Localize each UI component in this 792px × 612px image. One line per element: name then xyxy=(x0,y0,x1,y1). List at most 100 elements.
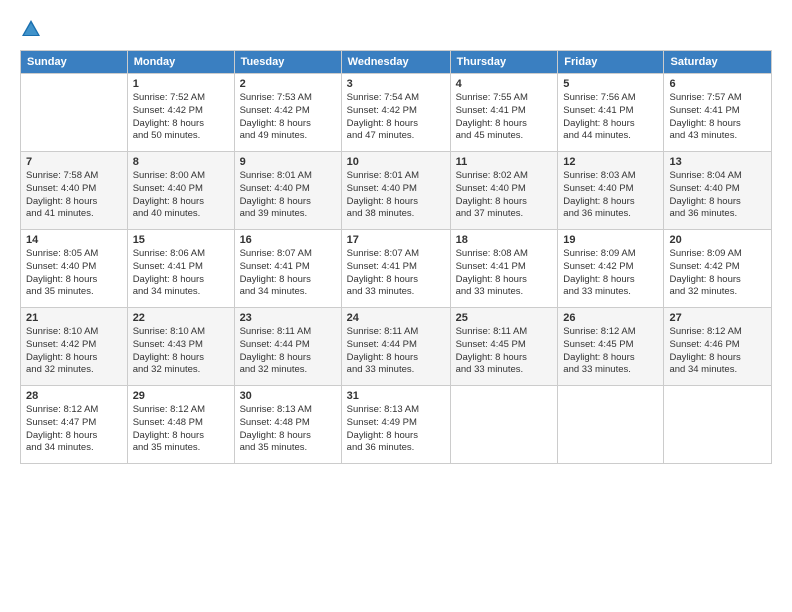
day-number: 10 xyxy=(347,156,445,168)
day-number: 28 xyxy=(26,390,122,402)
calendar-cell: 15Sunrise: 8:06 AM Sunset: 4:41 PM Dayli… xyxy=(127,230,234,308)
calendar-cell: 9 Sunrise: 8:01 AM Sunset: 4:40 PM Daylig… xyxy=(234,152,341,230)
calendar-cell: 5 Sunrise: 7:56 AM Sunset: 4:41 PM Daylig… xyxy=(558,74,664,152)
calendar-header-saturday: Saturday xyxy=(664,51,772,74)
day-info: Sunrise: 7:58 AM Sunset: 4:40 PM Dayligh… xyxy=(26,170,122,221)
day-number: 17 xyxy=(347,234,445,246)
day-info: Sunrise: 8:13 AM Sunset: 4:48 PM Dayligh… xyxy=(240,404,336,455)
day-info: Sunrise: 8:12 AM Sunset: 4:46 PM Dayligh… xyxy=(669,326,766,377)
day-info: Sunrise: 8:08 AM Sunset: 4:41 PM Dayligh… xyxy=(456,248,553,299)
calendar-cell: 14 Sunrise: 8:05 AM Sunset: 4:40 PM Dayli… xyxy=(21,230,128,308)
day-info: Sunrise: 8:01 AM Sunset: 4:40 PM Dayligh… xyxy=(347,170,445,221)
day-number: 21 xyxy=(26,312,122,324)
day-number: 1 xyxy=(133,78,229,90)
day-number: 16 xyxy=(240,234,336,246)
day-info: Sunrise: 8:10 AM Sunset: 4:43 PM Dayligh… xyxy=(133,326,229,377)
day-number: 30 xyxy=(240,390,336,402)
day-number: 11 xyxy=(456,156,553,168)
day-number: 20 xyxy=(669,234,766,246)
day-info: Sunrise: 8:10 AM Sunset: 4:42 PM Dayligh… xyxy=(26,326,122,377)
day-info: Sunrise: 7:53 AM Sunset: 4:42 PM Dayligh… xyxy=(240,92,336,143)
day-info: Sunrise: 8:07 AM Sunset: 4:41 PM Dayligh… xyxy=(347,248,445,299)
day-number: 31 xyxy=(347,390,445,402)
calendar-cell: 7Sunrise: 7:58 AM Sunset: 4:40 PM Daylig… xyxy=(21,152,128,230)
calendar-cell: 6 Sunrise: 7:57 AM Sunset: 4:41 PM Daylig… xyxy=(664,74,772,152)
calendar-cell: 10 Sunrise: 8:01 AM Sunset: 4:40 PM Dayli… xyxy=(341,152,450,230)
day-number: 3 xyxy=(347,78,445,90)
calendar-cell: 4Sunrise: 7:55 AM Sunset: 4:41 PM Daylig… xyxy=(450,74,558,152)
calendar-cell: 20 Sunrise: 8:09 AM Sunset: 4:42 PM Dayli… xyxy=(664,230,772,308)
calendar-header-wednesday: Wednesday xyxy=(341,51,450,74)
calendar-header-monday: Monday xyxy=(127,51,234,74)
logo xyxy=(20,16,46,40)
day-info: Sunrise: 8:04 AM Sunset: 4:40 PM Dayligh… xyxy=(669,170,766,221)
day-number: 18 xyxy=(456,234,553,246)
day-number: 5 xyxy=(563,78,658,90)
calendar-header-friday: Friday xyxy=(558,51,664,74)
logo-icon xyxy=(20,18,42,40)
calendar-cell: 13 Sunrise: 8:04 AM Sunset: 4:40 PM Dayli… xyxy=(664,152,772,230)
day-number: 27 xyxy=(669,312,766,324)
calendar-cell xyxy=(450,386,558,464)
calendar-cell: 12 Sunrise: 8:03 AM Sunset: 4:40 PM Dayli… xyxy=(558,152,664,230)
day-number: 13 xyxy=(669,156,766,168)
day-info: Sunrise: 8:12 AM Sunset: 4:45 PM Dayligh… xyxy=(563,326,658,377)
day-number: 12 xyxy=(563,156,658,168)
calendar-week-row: 21 Sunrise: 8:10 AM Sunset: 4:42 PM Dayli… xyxy=(21,308,772,386)
calendar-cell xyxy=(21,74,128,152)
calendar-cell: 16 Sunrise: 8:07 AM Sunset: 4:41 PM Dayli… xyxy=(234,230,341,308)
day-number: 6 xyxy=(669,78,766,90)
day-info: Sunrise: 8:07 AM Sunset: 4:41 PM Dayligh… xyxy=(240,248,336,299)
day-info: Sunrise: 8:11 AM Sunset: 4:45 PM Dayligh… xyxy=(456,326,553,377)
day-number: 19 xyxy=(563,234,658,246)
calendar-cell: 26 Sunrise: 8:12 AM Sunset: 4:45 PM Dayli… xyxy=(558,308,664,386)
calendar-cell: 31 Sunrise: 8:13 AM Sunset: 4:49 PM Dayli… xyxy=(341,386,450,464)
day-info: Sunrise: 7:55 AM Sunset: 4:41 PM Dayligh… xyxy=(456,92,553,143)
header xyxy=(20,16,772,40)
calendar-week-row: 28 Sunrise: 8:12 AM Sunset: 4:47 PM Dayli… xyxy=(21,386,772,464)
calendar-table: SundayMondayTuesdayWednesdayThursdayFrid… xyxy=(20,50,772,464)
day-number: 25 xyxy=(456,312,553,324)
day-info: Sunrise: 8:13 AM Sunset: 4:49 PM Dayligh… xyxy=(347,404,445,455)
day-info: Sunrise: 8:01 AM Sunset: 4:40 PM Dayligh… xyxy=(240,170,336,221)
calendar-cell: 18 Sunrise: 8:08 AM Sunset: 4:41 PM Dayli… xyxy=(450,230,558,308)
calendar-cell: 22 Sunrise: 8:10 AM Sunset: 4:43 PM Dayli… xyxy=(127,308,234,386)
day-number: 2 xyxy=(240,78,336,90)
calendar-cell: 21 Sunrise: 8:10 AM Sunset: 4:42 PM Dayli… xyxy=(21,308,128,386)
calendar-header-sunday: Sunday xyxy=(21,51,128,74)
calendar-header-row: SundayMondayTuesdayWednesdayThursdayFrid… xyxy=(21,51,772,74)
day-info: Sunrise: 8:05 AM Sunset: 4:40 PM Dayligh… xyxy=(26,248,122,299)
calendar-cell: 2 Sunrise: 7:53 AM Sunset: 4:42 PM Daylig… xyxy=(234,74,341,152)
page: SundayMondayTuesdayWednesdayThursdayFrid… xyxy=(0,0,792,612)
day-info: Sunrise: 8:12 AM Sunset: 4:47 PM Dayligh… xyxy=(26,404,122,455)
calendar-header-thursday: Thursday xyxy=(450,51,558,74)
day-number: 15 xyxy=(133,234,229,246)
calendar-cell: 28 Sunrise: 8:12 AM Sunset: 4:47 PM Dayli… xyxy=(21,386,128,464)
day-number: 29 xyxy=(133,390,229,402)
calendar-week-row: 7Sunrise: 7:58 AM Sunset: 4:40 PM Daylig… xyxy=(21,152,772,230)
day-number: 22 xyxy=(133,312,229,324)
day-number: 24 xyxy=(347,312,445,324)
day-info: Sunrise: 8:09 AM Sunset: 4:42 PM Dayligh… xyxy=(669,248,766,299)
calendar-header-tuesday: Tuesday xyxy=(234,51,341,74)
day-info: Sunrise: 7:52 AM Sunset: 4:42 PM Dayligh… xyxy=(133,92,229,143)
day-info: Sunrise: 8:12 AM Sunset: 4:48 PM Dayligh… xyxy=(133,404,229,455)
day-info: Sunrise: 7:57 AM Sunset: 4:41 PM Dayligh… xyxy=(669,92,766,143)
calendar-cell: 23Sunrise: 8:11 AM Sunset: 4:44 PM Dayli… xyxy=(234,308,341,386)
day-info: Sunrise: 7:54 AM Sunset: 4:42 PM Dayligh… xyxy=(347,92,445,143)
day-info: Sunrise: 8:03 AM Sunset: 4:40 PM Dayligh… xyxy=(563,170,658,221)
day-number: 14 xyxy=(26,234,122,246)
calendar-cell: 24 Sunrise: 8:11 AM Sunset: 4:44 PM Dayli… xyxy=(341,308,450,386)
day-number: 26 xyxy=(563,312,658,324)
day-info: Sunrise: 8:00 AM Sunset: 4:40 PM Dayligh… xyxy=(133,170,229,221)
day-info: Sunrise: 7:56 AM Sunset: 4:41 PM Dayligh… xyxy=(563,92,658,143)
calendar-cell: 19 Sunrise: 8:09 AM Sunset: 4:42 PM Dayli… xyxy=(558,230,664,308)
day-info: Sunrise: 8:09 AM Sunset: 4:42 PM Dayligh… xyxy=(563,248,658,299)
day-info: Sunrise: 8:11 AM Sunset: 4:44 PM Dayligh… xyxy=(347,326,445,377)
calendar-cell xyxy=(558,386,664,464)
day-number: 9 xyxy=(240,156,336,168)
calendar-cell: 30 Sunrise: 8:13 AM Sunset: 4:48 PM Dayli… xyxy=(234,386,341,464)
calendar-cell: 11Sunrise: 8:02 AM Sunset: 4:40 PM Dayli… xyxy=(450,152,558,230)
calendar-week-row: 1 Sunrise: 7:52 AM Sunset: 4:42 PM Daylig… xyxy=(21,74,772,152)
calendar-cell: 17 Sunrise: 8:07 AM Sunset: 4:41 PM Dayli… xyxy=(341,230,450,308)
